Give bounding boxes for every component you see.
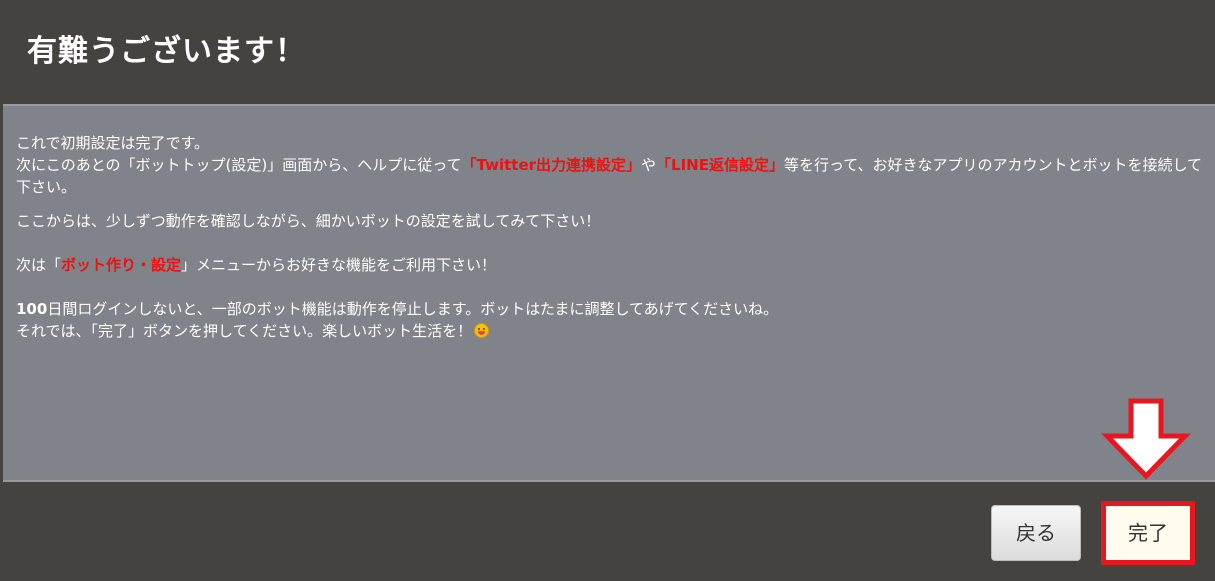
message-line-6: それでは、「完了」ボタンを押してください。楽しいボット生活を！ (16, 320, 1206, 342)
dialog-message: これで初期設定は完了です。 次にこのあとの「ボットトップ(設定)」画面から、ヘル… (16, 132, 1206, 342)
message-text: 次は「 (16, 256, 62, 274)
message-line-5: 100日間ログインしないと、一部のボット機能は動作を停止します。ボットはたまに調… (16, 298, 1206, 320)
message-number: 100 (16, 300, 48, 318)
message-text: 日間ログインしないと、一部のボット機能は動作を停止します。ボットはたまに調整して… (47, 300, 779, 318)
completion-dialog: 有難うございます！ これで初期設定は完了です。 次にこのあとの「ボットトップ(設… (0, 0, 1215, 581)
message-text: それでは、「完了」ボタンを押してください。楽しいボット生活を！ (16, 322, 473, 340)
highlight-twitter-setting: 「Twitter出力連携設定」 (461, 156, 642, 174)
done-button[interactable]: 完了 (1101, 501, 1195, 565)
message-text: 次にこのあとの「ボットトップ(設定)」画面から、ヘルプに従って (16, 156, 462, 174)
message-text: これで初期設定は完了です。 (16, 134, 210, 152)
down-arrow-icon (1101, 398, 1191, 480)
highlight-line-setting: 「LINE返信設定」 (656, 156, 784, 174)
dialog-body: これで初期設定は完了です。 次にこのあとの「ボットトップ(設定)」画面から、ヘル… (3, 106, 1215, 482)
message-line-4: 次は「ボット作り・設定」メニューからお好きな機能をご利用下さい！ (16, 254, 1206, 276)
message-text: や (641, 156, 657, 174)
dialog-footer: 戻る 完了 (0, 482, 1215, 581)
highlight-bot-menu: ボット作り・設定 (61, 256, 182, 274)
message-line-2: 次にこのあとの「ボットトップ(設定)」画面から、ヘルプに従って「Twitter出… (16, 154, 1206, 198)
message-line-1: これで初期設定は完了です。 (16, 132, 1206, 154)
smiley-emoji-icon (474, 323, 490, 338)
message-line-3: ここからは、少しずつ動作を確認しながら、細かいボットの設定を試してみて下さい！ (16, 210, 1206, 232)
back-button[interactable]: 戻る (991, 505, 1081, 561)
message-text: ここからは、少しずつ動作を確認しながら、細かいボットの設定を試してみて下さい！ (16, 212, 601, 230)
message-text: 」メニューからお好きな機能をご利用下さい！ (181, 256, 497, 274)
dialog-title: 有難うございます！ (27, 34, 306, 69)
dialog-header: 有難うございます！ (3, 0, 1215, 106)
